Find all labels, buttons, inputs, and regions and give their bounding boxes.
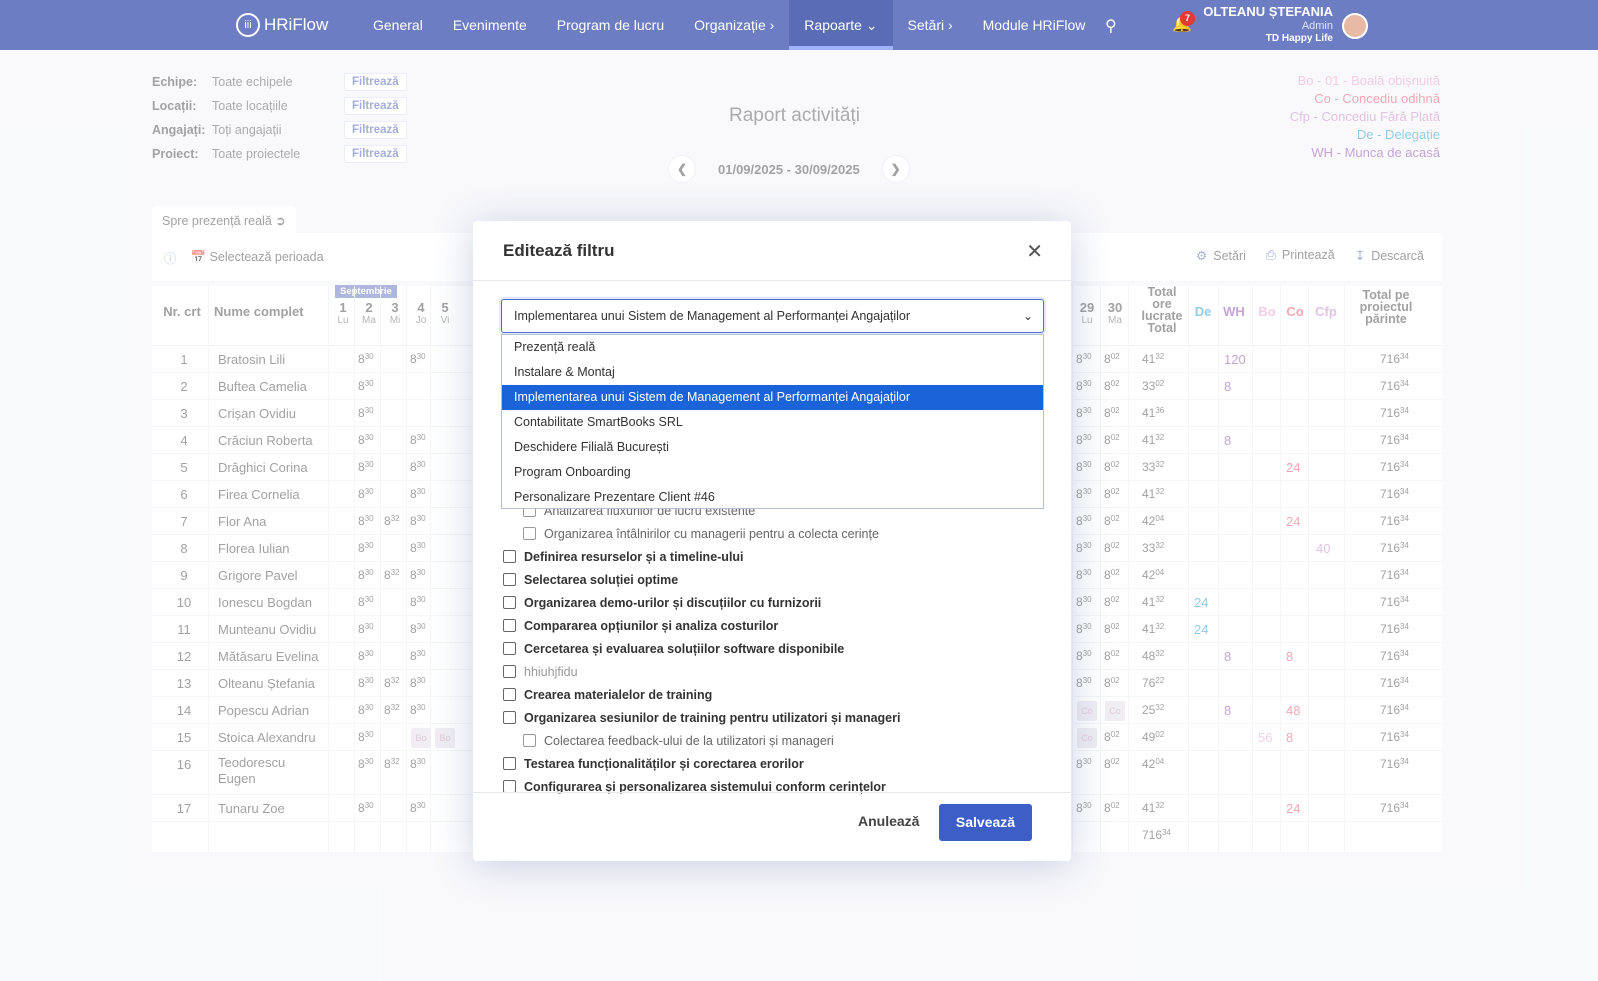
logo-icon: iii [236, 13, 260, 37]
checkbox[interactable] [503, 619, 516, 632]
nav-evenimente[interactable]: Evenimente [438, 0, 542, 50]
checkbox[interactable] [503, 711, 516, 724]
dropdown-option[interactable]: Personalizare Prezentare Client #46 [502, 485, 1043, 510]
user-role: Admin [1301, 19, 1333, 32]
user-info[interactable]: OLTEANU ȘTEFANIA Admin TD Happy Life [1203, 4, 1333, 44]
project-select-value: Implementarea unui Sistem de Management … [514, 309, 911, 323]
cancel-button[interactable]: Anulează [858, 813, 919, 829]
task-list: Analizarea fluxurilor de lucru existente… [503, 499, 1043, 798]
checkbox[interactable] [503, 596, 516, 609]
checkbox[interactable] [523, 734, 536, 747]
company-name: TD Happy Life [1265, 32, 1333, 44]
dropdown-option[interactable]: Contabilitate SmartBooks SRL [502, 410, 1043, 435]
nav-setari[interactable]: Setări › [893, 0, 968, 50]
task-item[interactable]: Testarea funcționalităților și corectare… [503, 752, 1043, 775]
task-item[interactable]: Configurarea și personalizarea sistemulu… [503, 775, 1043, 798]
nav-rapoarte[interactable]: Rapoarte ⌄ [789, 0, 893, 50]
checkbox[interactable] [523, 527, 536, 540]
task-label: Crearea materialelor de training [524, 687, 713, 702]
nav-menu: General Evenimente Program de lucru Orga… [358, 0, 1100, 50]
dropdown-option[interactable]: Deschidere Filială București [502, 435, 1043, 460]
task-label: Testarea funcționalităților și corectare… [524, 756, 804, 771]
task-item[interactable]: Selectarea soluției optime [503, 568, 1043, 591]
dropdown-option[interactable]: Implementarea unui Sistem de Management … [502, 385, 1043, 410]
logo[interactable]: iii HRiFlow [236, 13, 328, 37]
task-item[interactable]: Crearea materialelor de training [503, 683, 1043, 706]
task-label: Organizarea întâlnirilor cu managerii pe… [544, 526, 879, 541]
edit-filter-modal: Editează filtru ✕ Implementarea unui Sis… [473, 221, 1071, 861]
checkbox[interactable] [503, 550, 516, 563]
user-name: OLTEANU ȘTEFANIA [1203, 4, 1333, 19]
task-label: Organizarea sesiunilor de training pentr… [524, 710, 901, 725]
task-label: Definirea resurselor și a timeline-ului [524, 549, 744, 564]
task-item[interactable]: Definirea resurselor și a timeline-ului [503, 545, 1043, 568]
nav-program-de-lucru[interactable]: Program de lucru [542, 0, 679, 50]
task-label: Organizarea demo-urilor și discuțiilor c… [524, 595, 822, 610]
nav-organizatie[interactable]: Organizație › [679, 0, 789, 50]
task-label: Cercetarea și evaluarea soluțiilor softw… [524, 641, 845, 656]
search-icon[interactable]: ⚲ [1105, 16, 1117, 36]
task-label: Selectarea soluției optime [524, 572, 679, 587]
checkbox[interactable] [503, 688, 516, 701]
divider [473, 280, 1071, 281]
dropdown-option[interactable]: Prezență reală [502, 335, 1043, 360]
dropdown-option[interactable]: Program Onboarding [502, 460, 1043, 485]
modal-title: Editează filtru [503, 241, 615, 260]
checkbox[interactable] [503, 573, 516, 586]
close-icon[interactable]: ✕ [1026, 239, 1043, 264]
notification-badge: 7 [1180, 11, 1195, 26]
task-item[interactable]: hhiuhjfidu [503, 660, 1043, 683]
project-dropdown: Prezență reală Instalare & Montaj Implemen… [501, 334, 1044, 509]
task-item[interactable]: Organizarea demo-urilor și discuțiilor c… [503, 591, 1043, 614]
chevron-down-icon: ⌄ [1022, 309, 1033, 323]
project-select[interactable]: Implementarea unui Sistem de Management … [501, 299, 1044, 333]
checkbox[interactable] [503, 757, 516, 770]
task-label: hhiuhjfidu [524, 664, 578, 679]
save-button[interactable]: Salvează [939, 804, 1032, 841]
logo-text: HRiFlow [264, 15, 329, 34]
task-label: Compararea opțiunilor și analiza costuri… [524, 618, 779, 633]
task-item[interactable]: Organizarea întâlnirilor cu managerii pe… [503, 522, 1043, 545]
divider [473, 792, 1071, 793]
task-item[interactable]: Compararea opțiunilor și analiza costuri… [503, 614, 1043, 637]
dropdown-option[interactable]: Instalare & Montaj [502, 360, 1043, 385]
checkbox[interactable] [503, 642, 516, 655]
task-item[interactable]: Cercetarea și evaluarea soluțiilor softw… [503, 637, 1043, 660]
checkbox[interactable] [503, 665, 516, 678]
task-item[interactable]: Organizarea sesiunilor de training pentr… [503, 706, 1043, 729]
task-label: Colectarea feedback-ului de la utilizato… [544, 733, 834, 748]
top-navbar: iii HRiFlow General Evenimente Program d… [0, 0, 1598, 50]
task-item[interactable]: Colectarea feedback-ului de la utilizato… [503, 729, 1043, 752]
nav-module[interactable]: Module HRiFlow [968, 0, 1101, 50]
nav-general[interactable]: General [358, 0, 438, 50]
avatar[interactable] [1342, 13, 1368, 39]
